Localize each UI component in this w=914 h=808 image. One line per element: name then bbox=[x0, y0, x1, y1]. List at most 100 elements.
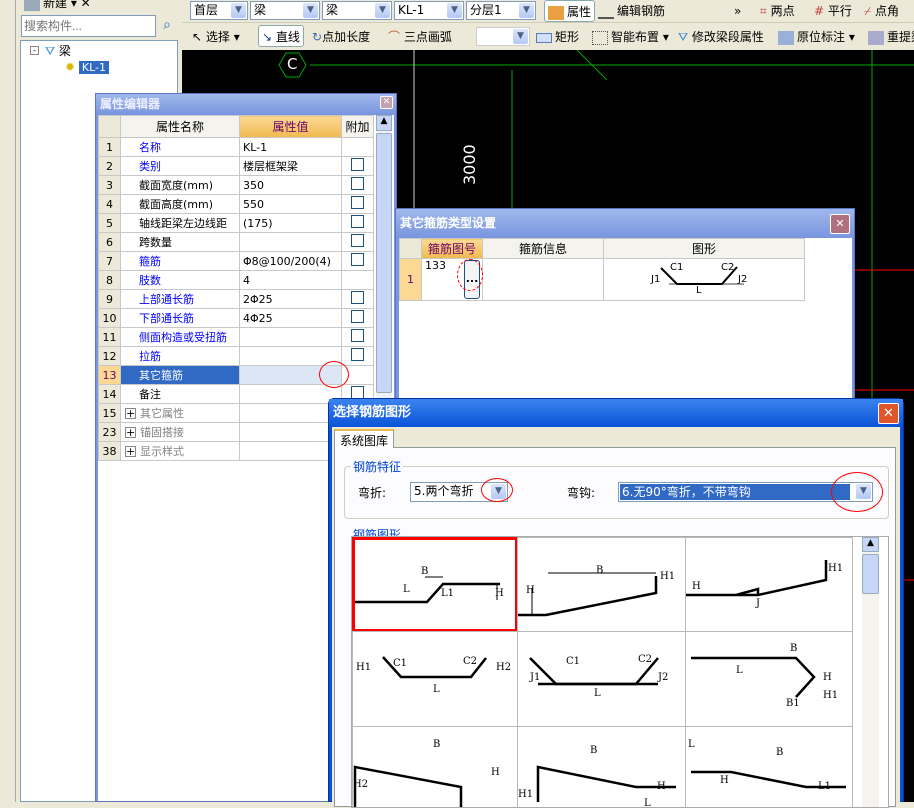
shape-cell[interactable]: C1 C2 J1 J2 L bbox=[517, 631, 686, 727]
property-name[interactable]: 备注 bbox=[120, 384, 240, 404]
new-button[interactable]: 新建 ▾ ✕ bbox=[24, 0, 91, 14]
component-combo[interactable]: KL-1 ▼ bbox=[394, 1, 464, 20]
shape-cell[interactable]: B L H H1 B1 bbox=[685, 631, 853, 727]
two-point-button[interactable]: ⌗ 两点 bbox=[760, 0, 795, 22]
add-checkbox-cell[interactable] bbox=[341, 308, 374, 328]
property-name[interactable]: + 锚固搭接 bbox=[120, 422, 240, 442]
property-value[interactable]: KL-1 bbox=[239, 137, 342, 157]
smart-layout-button[interactable]: 智能布置 ▾ bbox=[592, 26, 669, 48]
add-checkbox[interactable] bbox=[351, 215, 364, 228]
add-checkbox-cell[interactable] bbox=[341, 346, 374, 366]
add-checkbox-cell[interactable] bbox=[341, 156, 374, 176]
add-checkbox[interactable] bbox=[351, 234, 364, 247]
stirrup-code-cell[interactable]: 133 ... bbox=[421, 258, 483, 301]
add-checkbox-cell[interactable] bbox=[341, 175, 374, 195]
more-button[interactable]: » bbox=[734, 0, 741, 22]
property-name[interactable]: + 其它属性 bbox=[120, 403, 240, 423]
property-name[interactable]: 截面宽度(mm) bbox=[120, 175, 240, 195]
property-value[interactable]: 4Φ25 bbox=[239, 308, 342, 328]
type1-combo[interactable]: 梁 ▼ bbox=[250, 1, 320, 20]
property-value[interactable]: 楼层框架梁 bbox=[239, 156, 342, 176]
expand-icon[interactable]: + bbox=[125, 427, 136, 438]
close-button[interactable]: ✕ bbox=[380, 96, 393, 109]
close-button[interactable]: ✕ bbox=[878, 403, 899, 424]
property-value[interactable]: (175) bbox=[239, 213, 342, 233]
property-value[interactable] bbox=[239, 422, 342, 442]
property-value[interactable]: 4 bbox=[239, 270, 342, 290]
scroll-thumb[interactable] bbox=[862, 554, 879, 594]
property-value[interactable] bbox=[239, 232, 342, 252]
property-name[interactable]: 侧面构造或受扭筋 bbox=[120, 327, 240, 347]
add-checkbox[interactable] bbox=[351, 310, 364, 323]
property-row[interactable]: 2 类别 楼层框架梁 bbox=[98, 156, 374, 176]
property-row[interactable]: 9 上部通长筋 2Φ25 bbox=[98, 289, 374, 309]
property-row[interactable]: 10 下部通长筋 4Φ25 bbox=[98, 308, 374, 328]
scroll-up-button[interactable]: ▲ bbox=[376, 115, 392, 131]
modify-span-button[interactable]: ⛛ 修改梁段属性 bbox=[678, 26, 764, 48]
stirrup-info-cell[interactable] bbox=[482, 258, 604, 301]
property-value[interactable]: 350 bbox=[239, 175, 342, 195]
property-name[interactable]: 类别 bbox=[120, 156, 240, 176]
shape-cell[interactable]: H1 C1 C2 H2 L bbox=[352, 631, 518, 727]
add-checkbox[interactable] bbox=[351, 158, 364, 171]
select-button[interactable]: ↖ 选择 ▾ bbox=[192, 26, 240, 48]
type2-combo[interactable]: 梁 ▼ bbox=[322, 1, 392, 20]
property-value[interactable] bbox=[239, 384, 342, 404]
property-name[interactable]: 箍筋 bbox=[120, 251, 240, 271]
property-row[interactable]: 3 截面宽度(mm) 350 bbox=[98, 175, 374, 195]
shape-cell[interactable]: H H1 J bbox=[685, 537, 853, 632]
property-name[interactable]: 拉筋 bbox=[120, 346, 240, 366]
shape-cell[interactable]: BHH2H1 bbox=[352, 726, 518, 807]
properties-button[interactable]: 属性 bbox=[544, 0, 596, 22]
line-button[interactable]: ↘ 直线 bbox=[258, 25, 304, 47]
property-value[interactable] bbox=[239, 441, 342, 461]
tree-child[interactable]: ✹ KL-1 bbox=[65, 60, 110, 74]
in-situ-button[interactable]: 原位标注 ▾ bbox=[778, 26, 855, 48]
property-name[interactable]: 跨数量 bbox=[120, 232, 240, 252]
property-name[interactable]: 下部通长筋 bbox=[120, 308, 240, 328]
property-row[interactable]: 7 箍筋 Φ8@100/200(4) bbox=[98, 251, 374, 271]
add-checkbox[interactable] bbox=[351, 329, 364, 342]
add-checkbox-cell[interactable] bbox=[341, 213, 374, 233]
add-checkbox[interactable] bbox=[351, 291, 364, 304]
property-row[interactable]: 11 侧面构造或受扭筋 bbox=[98, 327, 374, 347]
property-name[interactable]: 上部通长筋 bbox=[120, 289, 240, 309]
shape-cell[interactable]: B H H1 L bbox=[517, 726, 686, 807]
scroll-up-button[interactable]: ▲ bbox=[862, 537, 879, 552]
tab-system-library[interactable]: 系统图库 bbox=[334, 429, 395, 448]
property-name[interactable]: 轴线距梁左边线距 bbox=[120, 213, 240, 233]
search-icon[interactable]: ⌕ bbox=[158, 17, 176, 35]
layer-combo[interactable]: 分层1 ▼ bbox=[466, 1, 536, 20]
property-value[interactable]: Φ8@100/200(4) bbox=[239, 251, 342, 271]
add-checkbox[interactable] bbox=[351, 196, 364, 209]
add-checkbox-cell[interactable] bbox=[341, 251, 374, 271]
expand-icon[interactable]: + bbox=[125, 408, 136, 419]
property-name[interactable]: + 显示样式 bbox=[120, 441, 240, 461]
property-row[interactable]: 4 截面高度(mm) 550 bbox=[98, 194, 374, 214]
search-input[interactable] bbox=[21, 15, 156, 37]
point-length-button[interactable]: ↻点加长度 bbox=[312, 26, 370, 48]
property-row[interactable]: 8 肢数 4 bbox=[98, 270, 374, 290]
tree-collapse-icon[interactable]: - bbox=[30, 46, 39, 55]
add-checkbox-cell[interactable] bbox=[341, 327, 374, 347]
parallel-button[interactable]: # 平行 bbox=[814, 0, 852, 22]
property-value[interactable] bbox=[239, 403, 342, 423]
add-checkbox-cell[interactable] bbox=[341, 194, 374, 214]
edit-rebar-button[interactable]: 编辑钢筋 bbox=[598, 0, 665, 22]
property-value[interactable]: 2Φ25 bbox=[239, 289, 342, 309]
shape-cell[interactable]: B H1 H bbox=[517, 537, 686, 632]
re-extract-button[interactable]: 重提梁 bbox=[868, 26, 914, 48]
floor-combo[interactable]: 首层 ▼ bbox=[190, 1, 248, 20]
property-name[interactable]: 其它箍筋 bbox=[120, 365, 240, 385]
rect-button[interactable]: 矩形 bbox=[536, 26, 579, 48]
scroll-thumb[interactable] bbox=[376, 133, 392, 393]
add-checkbox[interactable] bbox=[351, 348, 364, 361]
tree-root[interactable]: ⛛ 梁 bbox=[45, 42, 71, 59]
arc-button[interactable]: ⌒ 三点画弧 bbox=[388, 26, 452, 48]
property-row[interactable]: 1 名称 KL-1 bbox=[98, 137, 374, 157]
shape-cell[interactable]: L B H L1 bbox=[685, 726, 853, 807]
add-checkbox[interactable] bbox=[351, 253, 364, 266]
add-checkbox-cell[interactable] bbox=[341, 232, 374, 252]
shape-combo[interactable]: ▼ bbox=[476, 27, 530, 46]
gallery-scrollbar[interactable]: ▲ bbox=[862, 537, 879, 807]
